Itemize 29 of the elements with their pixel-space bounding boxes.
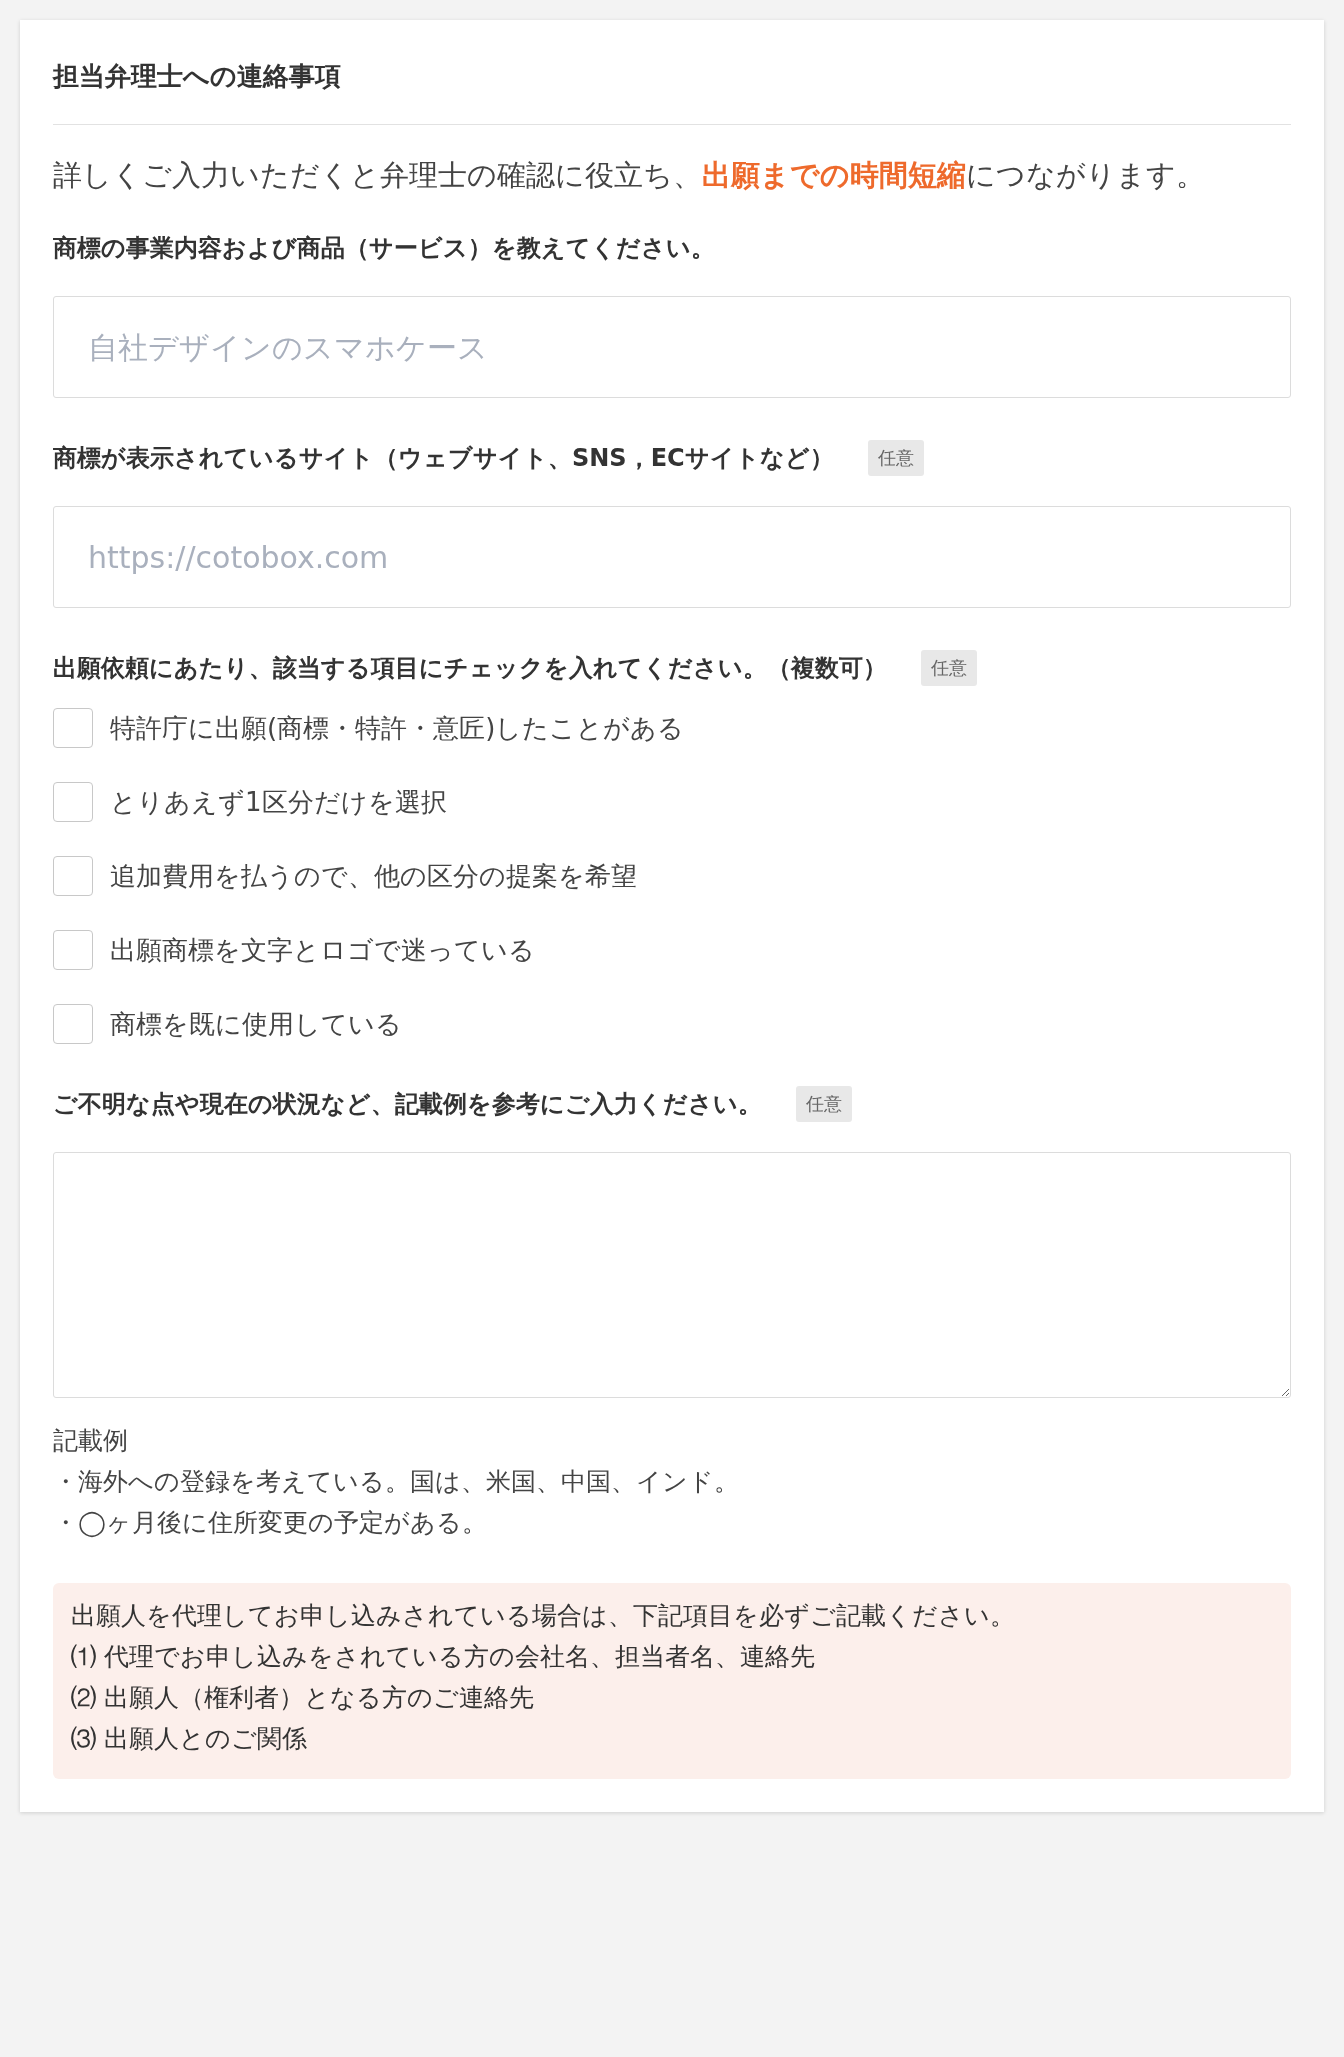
optional-badge: 任意 (796, 1086, 852, 1122)
notice-text: ⑶ 出願人とのご関係 (71, 1723, 308, 1755)
checkbox-label[interactable]: 追加費用を払うので、他の区分の提案を希望 (110, 856, 637, 896)
question-label: 出願依頼にあたり、該当する項目にチェックを入れてください。（複数可） (53, 653, 887, 684)
notice-text: ⑵ 出願人（権利者）となる方のご連絡先 (71, 1682, 535, 1714)
example-text: ・海外への登録を考えている。国は、米国、中国、インド。 (53, 1466, 740, 1498)
question-label: ご不明な点や現在の状況など、記載例を参考にご入力ください。 (53, 1089, 762, 1120)
question-label: 商標が表示されているサイト（ウェブサイト、SNS，ECサイトなど） (53, 443, 834, 474)
optional-badge: 任意 (867, 440, 924, 476)
example-heading: 記載例 (53, 1425, 129, 1457)
text-field[interactable]: https://cotobox.com (53, 506, 1291, 608)
checkbox[interactable] (53, 782, 93, 822)
checkbox[interactable] (53, 930, 93, 970)
example-text: ・◯ヶ月後に住所変更の予定がある。 (53, 1507, 488, 1539)
checkbox-label[interactable]: とりあえず1区分だけを選択 (110, 782, 447, 822)
checkbox[interactable] (53, 1004, 93, 1044)
textarea-field[interactable] (53, 1152, 1291, 1398)
question-label: 商標の事業内容および商品（サービス）を教えてください。 (53, 233, 715, 264)
checkbox[interactable] (53, 708, 93, 748)
notice-text: 出願人を代理してお申し込みされている場合は、下記項目を必ずご記載ください。 (71, 1600, 1016, 1632)
intro-text: 詳しくご入力いただくと弁理士の確認に役立ち、出願までの時間短縮につながります。 (53, 157, 1206, 194)
checkbox-label[interactable]: 商標を既に使用している (110, 1004, 402, 1044)
optional-badge: 任意 (921, 650, 977, 686)
checkbox[interactable] (53, 856, 93, 896)
checkbox-label[interactable]: 特許庁に出願(商標・特許・意匠)したことがある (110, 708, 685, 748)
checkbox-label[interactable]: 出願商標を文字とロゴで迷っている (110, 930, 535, 970)
text-field[interactable]: 自社デザインのスマホケース (53, 296, 1291, 398)
notice-text: ⑴ 代理でお申し込みをされている方の会社名、担当者名、連絡先 (71, 1641, 816, 1673)
section-title: 担当弁理士への連絡事項 (53, 60, 342, 93)
